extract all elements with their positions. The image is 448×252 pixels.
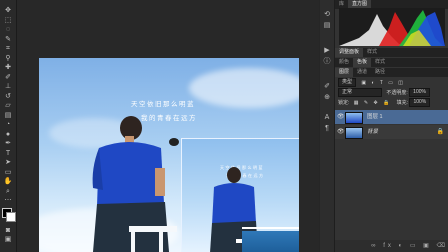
document-canvas[interactable]: 天空依旧那么明蓝 我的青春在远方 天空依旧那么明蓝 我的青春在远方: [39, 58, 299, 252]
layer-name: 背景: [367, 129, 379, 135]
lasso-tool-icon[interactable]: ◌: [0, 25, 16, 35]
brush-tool-icon[interactable]: ✐: [0, 73, 16, 83]
screen-mode-icon[interactable]: ▣: [0, 235, 16, 245]
tab-adjustments[interactable]: 调整面板: [335, 48, 364, 57]
more-tools-icon[interactable]: ⋯: [0, 196, 16, 206]
history-brush-tool-icon[interactable]: ↺: [0, 92, 16, 102]
marquee-tool-icon[interactable]: ⬚: [0, 16, 16, 26]
filter-icons[interactable]: ▣ ◐ T ▭ ◫: [361, 80, 405, 86]
properties-panel-icon[interactable]: ▤: [320, 19, 334, 30]
swatches-panel: 颜色 色板 样式: [335, 58, 448, 67]
sea-strip: [242, 231, 299, 252]
layer-row[interactable]: 👁 背景 🔒: [335, 125, 448, 139]
lock-icon: 🔒: [436, 129, 444, 135]
blur-tool-icon[interactable]: ◔: [0, 120, 16, 130]
tab-color[interactable]: 颜色: [335, 58, 353, 67]
clone-source-icon[interactable]: ⊕: [320, 91, 334, 102]
fill-label: 填充:: [396, 99, 409, 106]
inset-photo: 天空依旧那么明蓝 我的青春在远方: [181, 138, 299, 252]
layers-empty-area: [335, 140, 448, 240]
fill-input[interactable]: 100%: [409, 98, 431, 107]
actions-panel-icon[interactable]: ▶: [320, 44, 334, 55]
shape-tool-icon[interactable]: ▭: [0, 168, 16, 178]
layer-kind-filter[interactable]: 类型: [338, 78, 357, 87]
layer-name: 图层 1: [367, 114, 383, 120]
cursor-icon: [169, 138, 179, 146]
person-photo: [92, 116, 177, 252]
tools-panel: ✥ ⬚ ◌ ✎ ⌗ ⚲ ✚ ✐ ⊥ ↺ ▱ ▤ ◔ ● ✒ T ➤ ▭ ✋ ⌕ …: [0, 0, 17, 252]
layer-filter-row: 类型 ▣ ◐ T ▭ ◫: [338, 78, 405, 87]
collapsed-panel-icons: ⟲ ▤ ▶ ⓘ ✐ ⊕ A ¶: [320, 0, 335, 252]
canvas-area[interactable]: 天空依旧那么明蓝 我的青春在远方 天空依旧那么明蓝 我的青春在远方: [17, 0, 319, 252]
opacity-input[interactable]: 100%: [409, 88, 430, 97]
tab-layers[interactable]: 图层: [335, 68, 354, 77]
photoshop-window: ✥ ⬚ ◌ ✎ ⌗ ⚲ ✚ ✐ ⊥ ↺ ▱ ▤ ◔ ● ✒ T ➤ ▭ ✋ ⌕ …: [0, 0, 448, 252]
eye-icon[interactable]: 👁: [337, 110, 345, 124]
dodge-tool-icon[interactable]: ●: [0, 130, 16, 140]
lock-icons[interactable]: ▦ ✎ ✥ 🔒: [354, 100, 392, 106]
layer-thumbnail: [345, 112, 363, 124]
blend-row: 正常 不透明度: 100%: [338, 88, 430, 97]
hand-tool-icon[interactable]: ✋: [0, 177, 16, 187]
tab-styles[interactable]: 样式: [363, 48, 381, 57]
layer-thumbnail: [345, 127, 363, 139]
zoom-tool-icon[interactable]: ⌕: [0, 187, 16, 197]
stamp-tool-icon[interactable]: ⊥: [0, 82, 16, 92]
quick-mask-icon[interactable]: ◙: [0, 226, 16, 236]
brush-panel-icon[interactable]: ✐: [320, 80, 334, 91]
info-panel-icon[interactable]: ⓘ: [320, 55, 334, 66]
character-panel-icon[interactable]: A: [320, 112, 334, 123]
adjustments-panel: 调整面板 样式: [335, 48, 448, 57]
history-panel-icon[interactable]: ⟲: [320, 8, 334, 19]
opacity-label: 不透明度:: [386, 89, 408, 96]
layers-footer-icons[interactable]: ∞ fx ◐ ▭ ▣ ⌫: [335, 240, 448, 252]
railing: [242, 227, 299, 229]
eyedropper-tool-icon[interactable]: ⚲: [0, 54, 16, 64]
tab-swatches[interactable]: 色板: [353, 58, 372, 67]
lock-row: 锁定: ▦ ✎ ✥ 🔒 填充: 100%: [338, 98, 431, 107]
headline-line-1: 天空依旧那么明蓝: [131, 100, 195, 108]
quick-select-tool-icon[interactable]: ✎: [0, 35, 16, 45]
histogram-graph: [339, 8, 445, 46]
type-tool-icon[interactable]: T: [0, 149, 16, 159]
lock-label: 锁定:: [338, 99, 350, 106]
eye-icon[interactable]: 👁: [337, 125, 345, 139]
color-swatches[interactable]: [0, 206, 16, 226]
tab-paths[interactable]: 路径: [371, 68, 389, 77]
path-select-tool-icon[interactable]: ➤: [0, 158, 16, 168]
cloud-shape: [189, 68, 299, 108]
background-color-swatch[interactable]: [6, 211, 16, 222]
crop-tool-icon[interactable]: ⌗: [0, 44, 16, 54]
move-tool-icon[interactable]: ✥: [0, 6, 16, 16]
pen-tool-icon[interactable]: ✒: [0, 139, 16, 149]
blend-mode-select[interactable]: 正常: [338, 88, 382, 97]
right-panels: ⟲ ▤ ▶ ⓘ ✐ ⊕ A ¶ 库 直方图 调整面板 样式 颜色 色板 样式 图…: [320, 0, 448, 252]
layers-panel: 图层 通道 路径: [335, 68, 448, 77]
paragraph-panel-icon[interactable]: ¶: [320, 123, 334, 134]
layer-row-selected[interactable]: 👁 图层 1: [335, 110, 448, 124]
eraser-tool-icon[interactable]: ▱: [0, 101, 16, 111]
healing-tool-icon[interactable]: ✚: [0, 63, 16, 73]
tab-channels[interactable]: 通道: [353, 68, 371, 77]
gradient-tool-icon[interactable]: ▤: [0, 111, 16, 121]
tab-style[interactable]: 样式: [371, 58, 389, 67]
